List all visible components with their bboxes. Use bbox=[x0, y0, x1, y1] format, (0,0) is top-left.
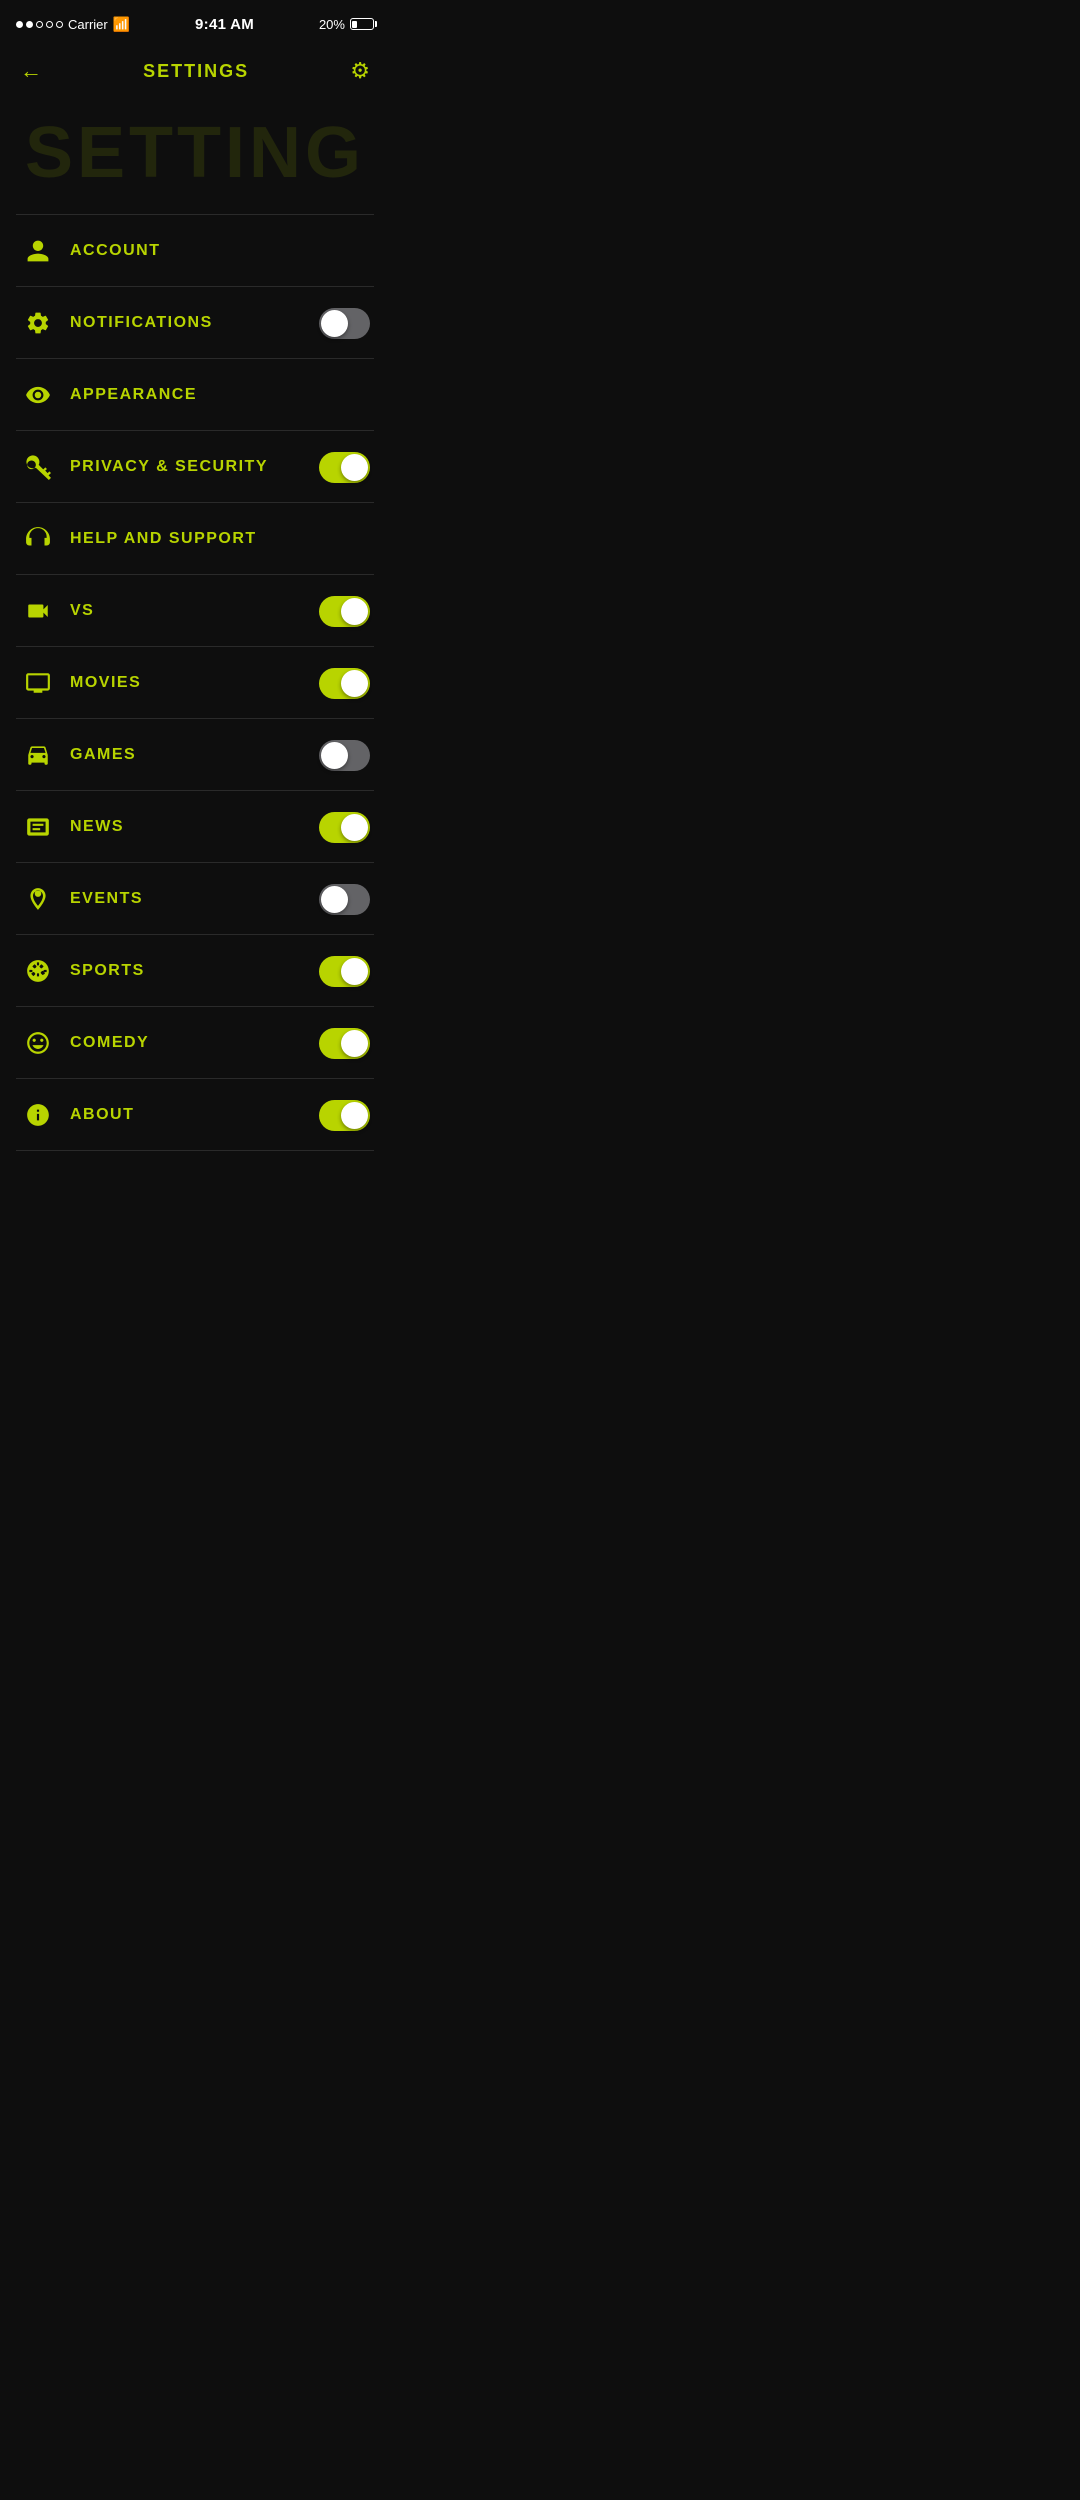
person-pin-icon bbox=[20, 881, 56, 917]
games-label: GAMES bbox=[70, 746, 319, 764]
account-label: ACCOUNT bbox=[70, 242, 370, 260]
toggle-thumb bbox=[321, 886, 348, 913]
camera-icon bbox=[20, 593, 56, 629]
back-button[interactable]: ← bbox=[20, 58, 42, 84]
book-icon bbox=[20, 809, 56, 845]
settings-gear-icon[interactable]: ⚙ bbox=[350, 58, 370, 84]
toggle-thumb bbox=[341, 670, 368, 697]
help-support-label: HELP AND SUPPORT bbox=[70, 530, 370, 548]
appearance-label: APPEARANCE bbox=[70, 386, 370, 404]
tv-icon bbox=[20, 665, 56, 701]
settings-item-privacy-security[interactable]: PRIVACY & SECURITY bbox=[0, 431, 390, 503]
notifications-label: NOTIFICATIONS bbox=[70, 314, 319, 332]
settings-item-account[interactable]: ACCOUNT bbox=[0, 215, 390, 287]
battery-percent: 20% bbox=[319, 17, 345, 32]
events-label: EVENTS bbox=[70, 890, 319, 908]
settings-item-sports[interactable]: SPORTS bbox=[0, 935, 390, 1007]
movies-toggle[interactable] bbox=[319, 668, 370, 699]
page-title: SETTINGS bbox=[143, 61, 249, 82]
toggle-thumb bbox=[341, 598, 368, 625]
wifi-icon: 📶 bbox=[113, 16, 130, 33]
toggle-thumb bbox=[341, 454, 368, 481]
info-icon bbox=[20, 1097, 56, 1133]
settings-item-games[interactable]: GAMES bbox=[0, 719, 390, 791]
signal-dot-3 bbox=[36, 21, 43, 28]
news-toggle[interactable] bbox=[319, 812, 370, 843]
settings-item-events[interactable]: EVENTS bbox=[0, 863, 390, 935]
signal-dot-2 bbox=[26, 21, 33, 28]
vs-toggle[interactable] bbox=[319, 596, 370, 627]
settings-item-vs[interactable]: VS bbox=[0, 575, 390, 647]
sports-label: SPORTS bbox=[70, 962, 319, 980]
privacy-security-toggle[interactable] bbox=[319, 452, 370, 483]
gear-icon bbox=[20, 305, 56, 341]
comedy-label: COMEDY bbox=[70, 1034, 319, 1052]
settings-item-notifications[interactable]: NOTIFICATIONS bbox=[0, 287, 390, 359]
headset-icon bbox=[20, 521, 56, 557]
settings-item-news[interactable]: NEWS bbox=[0, 791, 390, 863]
toggle-thumb bbox=[341, 958, 368, 985]
person-icon bbox=[20, 233, 56, 269]
status-bar: Carrier 📶 9:41 AM 20% bbox=[0, 0, 390, 44]
comedy-toggle[interactable] bbox=[319, 1028, 370, 1059]
watermark-text: SETTING bbox=[0, 94, 390, 214]
settings-item-help-support[interactable]: HELP AND SUPPORT bbox=[0, 503, 390, 575]
privacy-security-label: PRIVACY & SECURITY bbox=[70, 458, 319, 476]
car-icon bbox=[20, 737, 56, 773]
sports-toggle[interactable] bbox=[319, 956, 370, 987]
about-label: ABOUT bbox=[70, 1106, 319, 1124]
settings-item-about[interactable]: ABOUT bbox=[0, 1079, 390, 1151]
smiley-icon bbox=[20, 1025, 56, 1061]
settings-item-comedy[interactable]: COMEDY bbox=[0, 1007, 390, 1079]
events-toggle[interactable] bbox=[319, 884, 370, 915]
signal-dot-4 bbox=[46, 21, 53, 28]
signal-dot-1 bbox=[16, 21, 23, 28]
status-left: Carrier 📶 bbox=[16, 16, 130, 33]
toggle-thumb bbox=[321, 742, 348, 769]
toggle-thumb bbox=[341, 814, 368, 841]
settings-list: ACCOUNT NOTIFICATIONS APPEARANCE PRIVACY & … bbox=[0, 215, 390, 1191]
news-label: NEWS bbox=[70, 818, 319, 836]
header: ← SETTINGS ⚙ bbox=[0, 48, 390, 94]
movies-label: MOVIES bbox=[70, 674, 319, 692]
eye-icon bbox=[20, 377, 56, 413]
toggle-thumb bbox=[321, 310, 348, 337]
toggle-thumb bbox=[341, 1102, 368, 1129]
vs-label: VS bbox=[70, 602, 319, 620]
about-toggle[interactable] bbox=[319, 1100, 370, 1131]
settings-item-appearance[interactable]: APPEARANCE bbox=[0, 359, 390, 431]
key-icon bbox=[20, 449, 56, 485]
carrier-label: Carrier bbox=[68, 17, 108, 32]
toggle-thumb bbox=[341, 1030, 368, 1057]
soccer-icon bbox=[20, 953, 56, 989]
status-time: 9:41 AM bbox=[195, 16, 254, 33]
battery-icon bbox=[350, 18, 374, 30]
settings-item-movies[interactable]: MOVIES bbox=[0, 647, 390, 719]
notifications-toggle[interactable] bbox=[319, 308, 370, 339]
games-toggle[interactable] bbox=[319, 740, 370, 771]
signal-dots bbox=[16, 21, 63, 28]
status-right: 20% bbox=[319, 17, 374, 32]
signal-dot-5 bbox=[56, 21, 63, 28]
